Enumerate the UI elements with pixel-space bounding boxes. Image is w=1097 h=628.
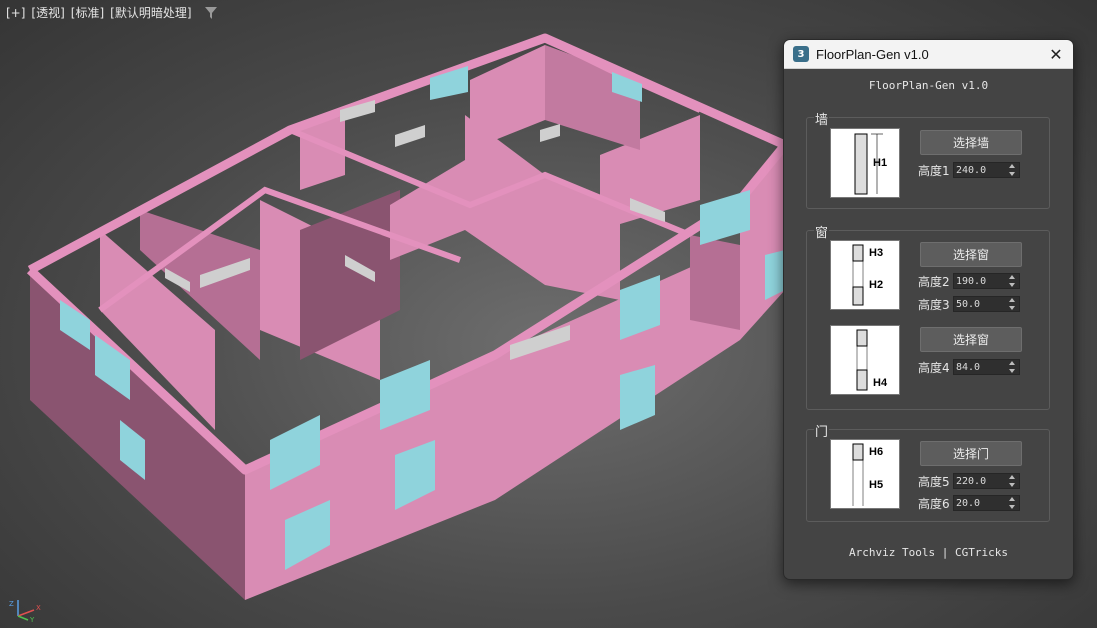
height4-spinner[interactable] <box>953 359 1020 375</box>
thumb-label: H3 <box>869 247 883 259</box>
axis-gizmo: Z X Y <box>9 600 41 622</box>
height3-row: 高度3 <box>918 296 1020 312</box>
interior-wall <box>300 190 400 360</box>
spinner-arrows-icon[interactable] <box>1009 298 1017 310</box>
thumb-label: H5 <box>869 479 883 491</box>
height6-row: 高度6 <box>918 495 1020 511</box>
viewport-label-bar: [+] [透视] [标准] [默认明暗处理] <box>6 4 218 21</box>
spinner-arrows-icon[interactable] <box>1009 275 1017 287</box>
door-group: 门 H6 H5 选择门 高度5 高度6 <box>806 421 1050 522</box>
spinner-arrows-icon[interactable] <box>1009 497 1017 509</box>
height1-spinner[interactable] <box>953 162 1020 178</box>
select-window-button-2[interactable]: 选择窗 <box>920 327 1022 352</box>
floorplan-gen-panel: 3 FloorPlan-Gen v1.0 ✕ FloorPlan-Gen v1.… <box>783 39 1074 580</box>
height2-spinner[interactable] <box>953 273 1020 289</box>
filter-icon[interactable] <box>204 6 218 20</box>
height5-row: 高度5 <box>918 473 1020 489</box>
axis-z-label: Z <box>9 600 14 608</box>
height3-spinner[interactable] <box>953 296 1020 312</box>
axis-y-label: Y <box>29 616 35 622</box>
panel-footer: Archviz Tools | CGTricks <box>849 546 1008 559</box>
thumb-label: H2 <box>869 279 883 291</box>
door-lintel <box>395 125 425 147</box>
thumb-label: H6 <box>869 446 883 458</box>
panel-heading: FloorPlan-Gen v1.0 <box>868 79 989 92</box>
door-group-title: 门 <box>814 421 830 440</box>
height4-input[interactable] <box>954 361 1008 373</box>
wall-group-title: 墙 <box>814 109 830 128</box>
app-icon: 3 <box>793 46 809 62</box>
wall-diagram-thumbnail: H1 <box>830 128 900 198</box>
height3-input[interactable] <box>954 298 1008 310</box>
axis-x-label: X <box>36 604 41 612</box>
height5-spinner[interactable] <box>953 473 1020 489</box>
thumb-label: H4 <box>873 377 888 389</box>
thumb-label: H1 <box>873 157 887 169</box>
height3-label: 高度3 <box>918 297 950 312</box>
height4-label: 高度4 <box>918 360 950 375</box>
viewport-menu-plus[interactable]: [+] <box>6 6 25 20</box>
window-diagram-thumbnail-2: H4 <box>830 325 900 395</box>
spinner-arrows-icon[interactable] <box>1009 475 1017 487</box>
height5-label: 高度5 <box>918 474 950 489</box>
window-panel <box>620 365 655 430</box>
interior-wall <box>690 235 740 330</box>
height5-input[interactable] <box>954 475 1008 487</box>
height1-label: 高度1 <box>918 163 950 178</box>
viewport-menu-perspective[interactable]: [透视] <box>31 4 64 21</box>
spinner-arrows-icon[interactable] <box>1009 164 1017 176</box>
height6-input[interactable] <box>954 497 1008 509</box>
door-lintel <box>540 124 560 142</box>
height6-spinner[interactable] <box>953 495 1020 511</box>
close-icon[interactable]: ✕ <box>1039 40 1073 68</box>
select-window-button-1[interactable]: 选择窗 <box>920 242 1022 267</box>
height6-label: 高度6 <box>918 496 950 511</box>
viewport-menu-standard[interactable]: [标准] <box>71 4 104 21</box>
floor-plan-model[interactable] <box>26 33 790 600</box>
height2-row: 高度2 <box>918 273 1020 289</box>
height1-input[interactable] <box>954 164 1008 176</box>
panel-titlebar[interactable]: 3 FloorPlan-Gen v1.0 ✕ <box>784 40 1073 69</box>
select-wall-button[interactable]: 选择墙 <box>920 130 1022 155</box>
height2-label: 高度2 <box>918 274 950 289</box>
select-door-button[interactable]: 选择门 <box>920 441 1022 466</box>
window-diagram-thumbnail-1: H3 H2 <box>830 240 900 310</box>
spinner-arrows-icon[interactable] <box>1009 361 1017 373</box>
window-group-title: 窗 <box>814 222 830 241</box>
window-group: 窗 H3 H2 选择窗 高度2 高度3 <box>806 222 1050 410</box>
wall-group: 墙 H1 选择墙 高度1 <box>806 109 1050 209</box>
door-diagram-thumbnail: H6 H5 <box>830 439 900 509</box>
height2-input[interactable] <box>954 275 1008 287</box>
viewport-menu-shading[interactable]: [默认明暗处理] <box>110 4 191 21</box>
height4-row: 高度4 <box>918 359 1020 375</box>
height1-row: 高度1 <box>918 162 1020 178</box>
window-title: FloorPlan-Gen v1.0 <box>816 46 929 62</box>
